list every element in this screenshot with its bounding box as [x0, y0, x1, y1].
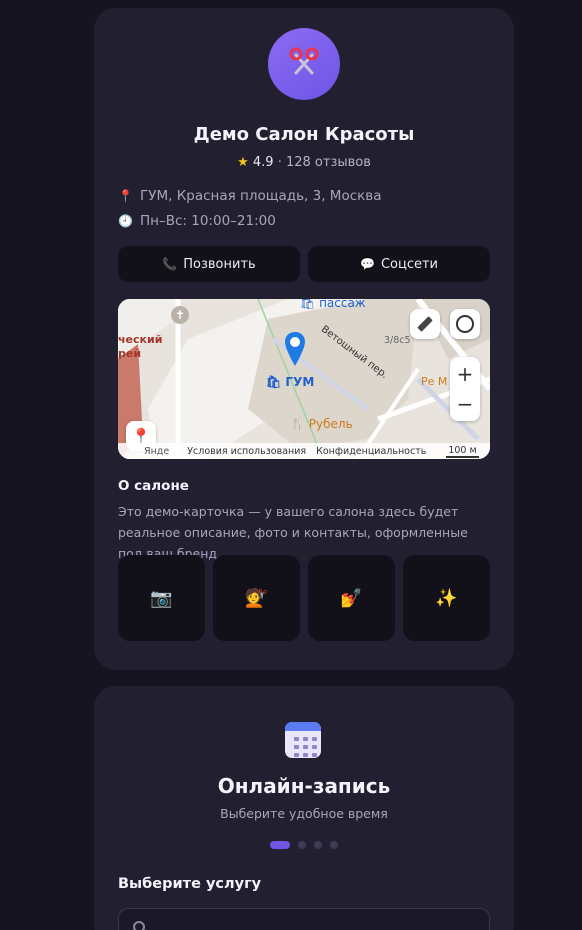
- about-heading: О салоне: [118, 478, 189, 494]
- call-button[interactable]: 📞 Позвонить: [118, 246, 300, 282]
- map-label-gum: 🛍 ГУМ: [266, 375, 315, 389]
- step-dot-2: [298, 841, 306, 849]
- service-search-input[interactable]: [118, 908, 490, 930]
- booking-card: Онлайн-запись Выберите удобное время Выб…: [94, 686, 514, 930]
- fork-icon: 🍴: [290, 417, 305, 431]
- step-dot-3: [314, 841, 322, 849]
- call-label: Позвонить: [183, 256, 256, 272]
- map-label-left-poi: ческий рей: [118, 333, 163, 360]
- social-button[interactable]: 💬 Соцсети: [308, 246, 490, 282]
- phone-icon: 📞: [162, 257, 178, 271]
- salon-card: Демо Салон Красоты ★ 4.9 · 128 отзывов 📍…: [94, 8, 514, 670]
- search-icon: [133, 921, 145, 930]
- salon-name: Демо Салон Красоты: [193, 124, 415, 145]
- hours-text: Пн–Вс: 10:00–21:00: [140, 213, 276, 229]
- ruler-icon: [417, 316, 433, 332]
- zoom-control: + −: [450, 357, 480, 421]
- salon-logo: [268, 28, 340, 100]
- service-heading: Выберите услугу: [118, 876, 262, 892]
- map-widget[interactable]: ✝ 🛍 пассаж Ветошный пер. 3/8с5 ческий ре…: [118, 299, 490, 459]
- gallery-tile-4[interactable]: ✨: [403, 555, 490, 641]
- gallery-tile-3[interactable]: 💅: [308, 555, 395, 641]
- salon-rating: ★ 4.9 · 128 отзывов: [94, 155, 514, 170]
- gallery-tile-1[interactable]: 📷: [118, 555, 205, 641]
- pin-icon: 📍: [118, 189, 133, 203]
- social-label: Соцсети: [380, 256, 438, 272]
- booking-subtitle: Выберите удобное время: [220, 806, 388, 821]
- map-label-passage: 🛍 пассаж: [300, 299, 366, 310]
- haircut-icon: 💇: [245, 587, 268, 609]
- reviews-count: · 128 отзывов: [277, 155, 371, 170]
- camera-icon: 📷: [150, 587, 173, 609]
- map-label-rubel: 🍴 Рубель: [290, 417, 353, 431]
- booking-title: Онлайн-запись: [217, 774, 391, 798]
- star-icon: ★: [237, 155, 249, 170]
- privacy-link[interactable]: Конфиденциальность: [316, 446, 426, 457]
- circle-icon: [456, 315, 474, 333]
- clock-icon: 🕘: [118, 214, 133, 228]
- terms-link[interactable]: Условия использования: [187, 446, 306, 457]
- scissors-icon: [287, 45, 321, 83]
- nail-polish-icon: 💅: [340, 587, 363, 609]
- map-label-house: 3/8с5: [384, 335, 411, 346]
- bag-icon: 🛍: [300, 299, 316, 310]
- hours-row: 🕘 Пн–Вс: 10:00–21:00: [118, 213, 276, 229]
- layers-button[interactable]: [450, 309, 480, 339]
- address-text: ГУМ, Красная площадь, 3, Москва: [140, 188, 382, 204]
- map-attribution: Янде Условия использования Конфиденциаль…: [118, 443, 490, 459]
- zoom-out-button[interactable]: −: [457, 389, 474, 419]
- step-dot-4: [330, 841, 338, 849]
- ruler-button[interactable]: [410, 309, 440, 339]
- scale-label: 100 м: [446, 444, 479, 458]
- speech-bubble-icon: 💬: [360, 257, 375, 271]
- gallery-tile-2[interactable]: 💇: [213, 555, 300, 641]
- zoom-in-button[interactable]: +: [457, 359, 474, 389]
- svg-text:✝: ✝: [175, 308, 185, 322]
- step-dot-1: [270, 841, 290, 849]
- address-row: 📍 ГУМ, Красная площадь, 3, Москва: [118, 188, 382, 204]
- yandex-link[interactable]: Янде: [144, 446, 169, 457]
- step-indicator: [270, 841, 346, 849]
- bag-icon: 🛍: [266, 375, 282, 389]
- rating-value: 4.9: [252, 155, 274, 170]
- sparkles-icon: ✨: [435, 587, 458, 609]
- calendar-icon: [285, 722, 321, 758]
